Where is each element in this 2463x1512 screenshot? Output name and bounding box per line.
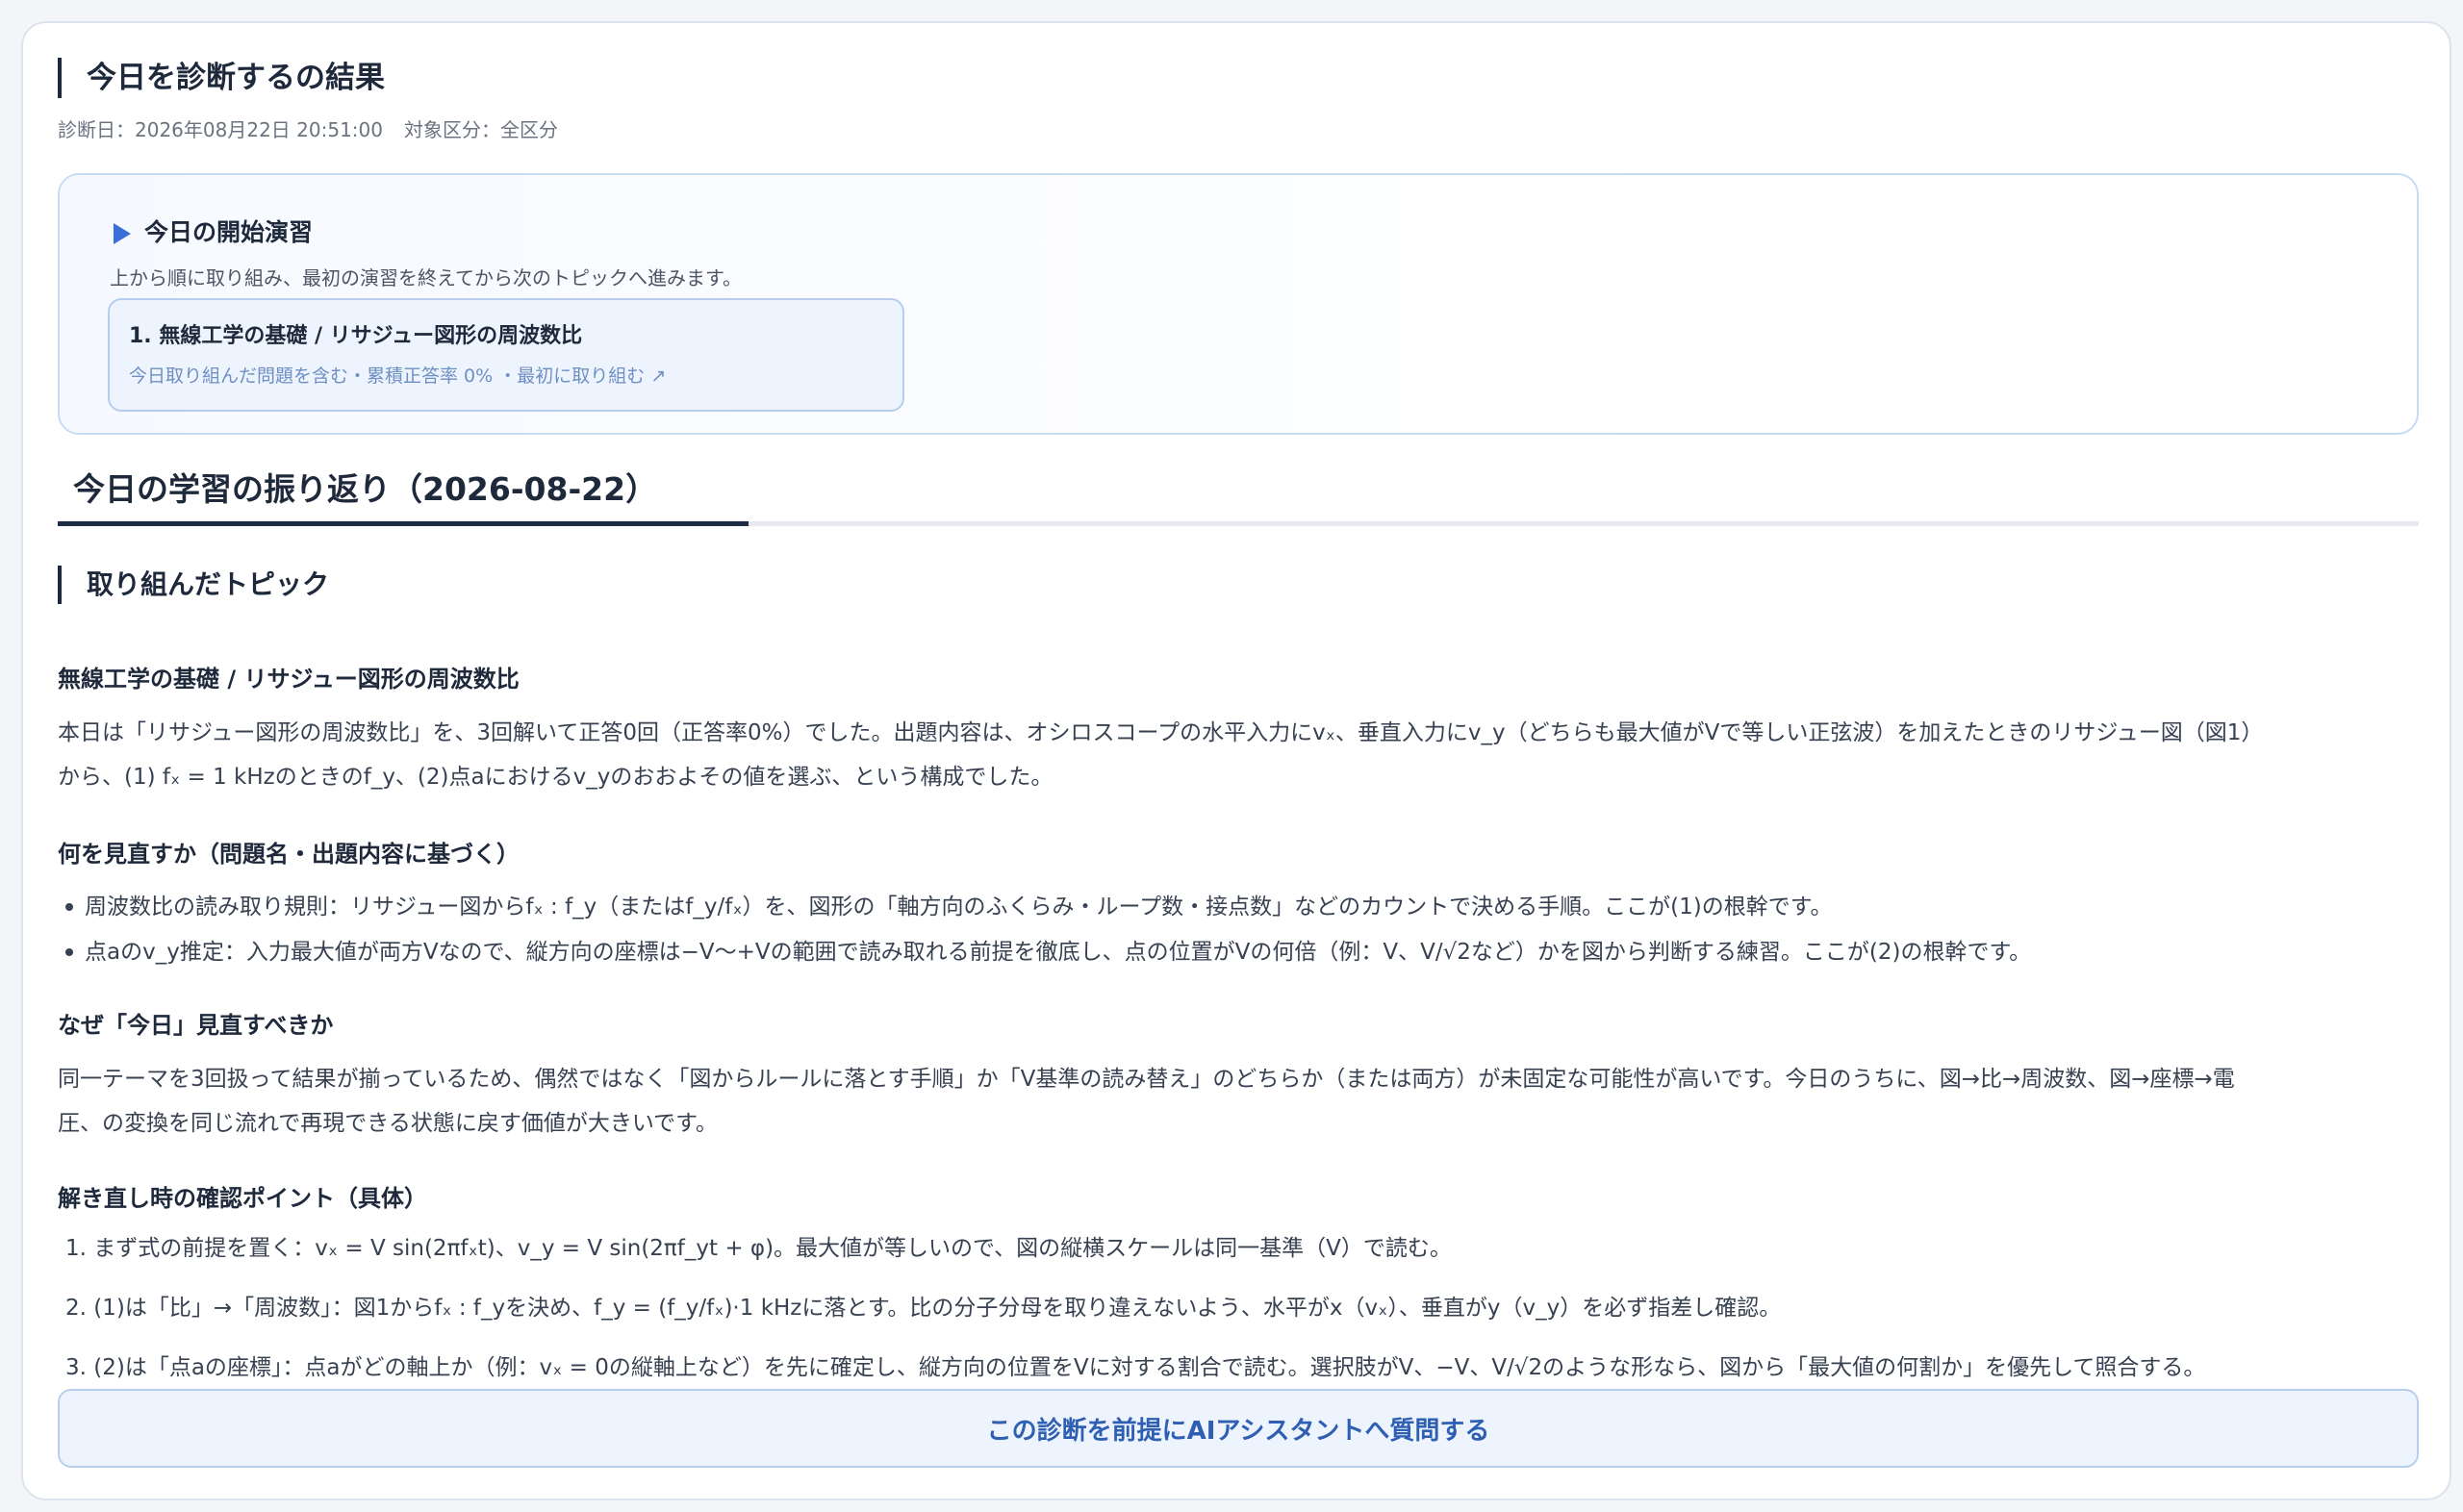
start-exercise-title: 今日の開始演習 — [144, 218, 314, 246]
start-exercise-description: 上から順に取り組み、最初の演習を終えてから次のトピックへ進みます。 — [110, 266, 742, 290]
bullet-dot — [65, 948, 73, 956]
play-triangle-icon — [114, 223, 131, 244]
check-points-heading: 解き直し時の確認ポイント（具体） — [58, 1185, 427, 1212]
ask-ai-assistant-button[interactable]: この診断を前提にAIアシスタントへ質問する — [58, 1389, 2419, 1468]
why-line-1: 同一テーマを3回扱って結果が揃っているため、偶然ではなく「図からルールに落とす手… — [58, 1067, 2235, 1092]
diagnosis-date: 診断日：2026年08月22日 20:51:00 — [58, 118, 383, 141]
why-today-heading: なぜ「今日」見直すべきか — [58, 1012, 334, 1039]
bullet-dot — [65, 903, 73, 911]
why-line-2: 圧、の変換を同じ流れで再現できる状態に戻す価値が大きいです。 — [58, 1111, 718, 1136]
check-item-1: 1. まず式の前提を置く：vₓ = V sin(2πfₓt)、v_y = V s… — [65, 1236, 1452, 1261]
summary-line-2: から、(1) fₓ = 1 kHzのときのf_y、(2)点aにおけるv_yのおお… — [58, 765, 1054, 790]
page-title: 今日を診断するの結果 — [87, 61, 385, 95]
diagnosis-card: 今日を診断するの結果 診断日：2026年08月22日 20:51:00 対象区分：… — [21, 21, 2451, 1500]
check-item-3: 3. (2)は「点aの座標」：点aがどの軸上か（例：vₓ = 0の縦軸上など）を… — [65, 1355, 2206, 1380]
target-category: 対象区分：全区分 — [403, 118, 558, 141]
title-accent-bar — [58, 58, 62, 98]
start-topic-title: 1. 無線工学の基礎 / リサジュー図形の周波数比 — [129, 324, 583, 348]
start-exercise-panel: 今日の開始演習 上から順に取り組み、最初の演習を終えてから次のトピックへ進みます… — [58, 173, 2419, 435]
what-item-1: 周波数比の読み取り規則：リサジュー図からfₓ : f_y（またはf_y/fₓ）を… — [85, 895, 1833, 920]
summary-line-1: 本日は「リサジュー図形の周波数比」を、3回解いて正答0回（正答率0%）でした。出… — [58, 720, 2264, 745]
subsection-accent-bar — [58, 566, 62, 604]
what-to-review-heading: 何を見直すか（問題名・出題内容に基づく） — [58, 841, 520, 868]
start-topic-card[interactable]: 1. 無線工学の基礎 / リサジュー図形の周波数比 今日取り組んだ問題を含む・累… — [108, 298, 904, 412]
start-topic-meta: 今日取り組んだ問題を含む・累積正答率 0% ・最初に取り組む ↗ — [129, 365, 667, 387]
check-item-2: 2. (1)は「比」→「周波数」：図1からfₓ : f_yを決め、f_y = (… — [65, 1296, 1782, 1321]
topics-heading: 取り組んだトピック — [87, 568, 330, 600]
diagnosis-meta: 診断日：2026年08月22日 20:51:00 対象区分：全区分 — [58, 115, 558, 144]
review-tab-title[interactable]: 今日の学習の振り返り（2026-08-22） — [73, 467, 657, 512]
tab-underline-active — [58, 521, 749, 526]
what-item-2: 点aのv_y推定：入力最大値が両方Vなので、縦方向の座標は−V〜+Vの範囲で読み… — [85, 940, 2032, 965]
topic-name-heading: 無線工学の基礎 / リサジュー図形の周波数比 — [58, 666, 520, 693]
